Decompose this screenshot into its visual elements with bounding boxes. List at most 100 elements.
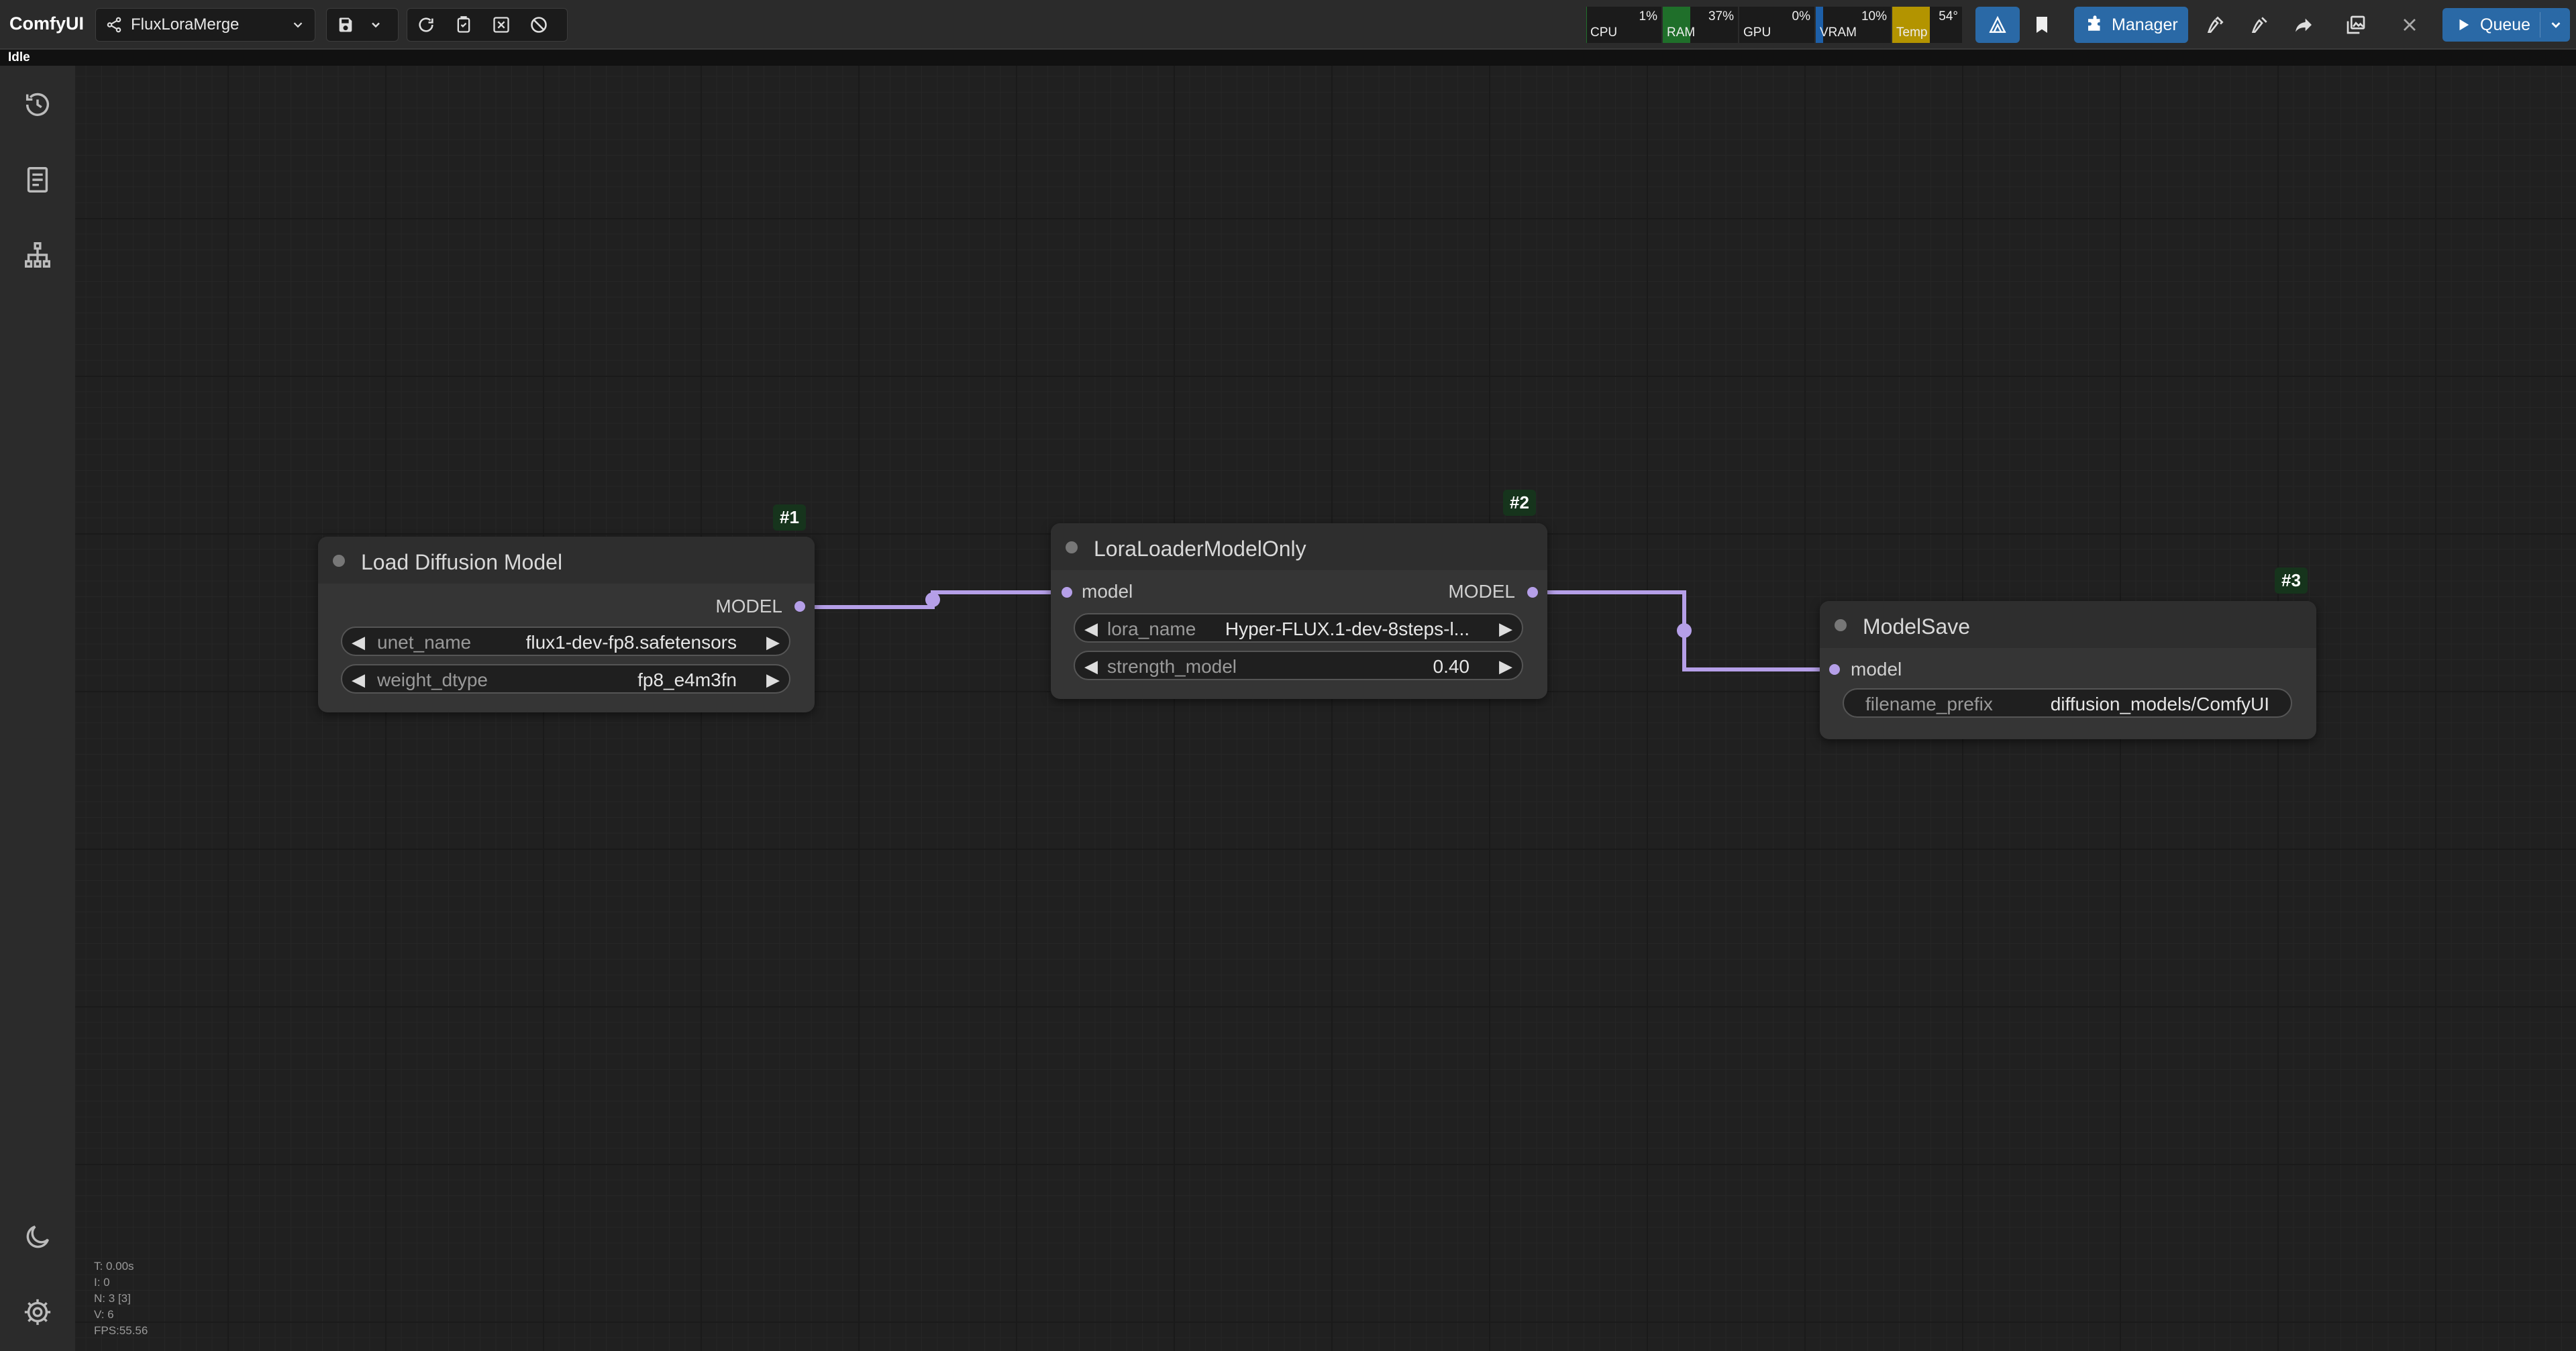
canvas-actions-group <box>407 8 568 42</box>
close-icon <box>2404 19 2416 31</box>
gpu-value: 0% <box>1792 9 1810 23</box>
cpu-value: 1% <box>1639 9 1657 23</box>
widget-label: strength_model <box>1107 656 1237 677</box>
share-button[interactable] <box>2193 7 2237 43</box>
theme-toggle[interactable] <box>19 1218 56 1256</box>
status-bar: Idle <box>0 50 2576 66</box>
output-slot-model[interactable] <box>794 601 805 612</box>
widget-filename-prefix[interactable]: filename_prefix diffusion_models/ComfyUI <box>1843 688 2292 718</box>
render-stats: T: 0.00s I: 0 N: 3 [3] V: 6 FPS:55.56 <box>94 1258 148 1339</box>
widget-value: 0.40 <box>1433 656 1470 677</box>
input-slot-label: model <box>1851 659 1902 680</box>
forward-button[interactable] <box>2281 7 2326 43</box>
queue-status: Idle <box>8 50 30 64</box>
vram-monitor: 10% VRAM <box>1816 7 1891 43</box>
increment-arrow[interactable]: ▶ <box>1499 618 1512 639</box>
output-slot-label: MODEL <box>715 596 782 616</box>
decrement-arrow[interactable]: ◀ <box>1084 656 1098 677</box>
widget-label: lora_name <box>1107 618 1196 639</box>
output-slot-label: MODEL <box>1448 581 1515 602</box>
node-lora-loader-model-only[interactable]: LoraLoaderModelOnly model MODEL ◀ lora_n… <box>1051 523 1547 699</box>
stat-time: T: 0.00s <box>94 1260 134 1273</box>
gallery-button[interactable] <box>2334 7 2378 43</box>
widget-strength-model[interactable]: ◀ strength_model 0.40 ▶ <box>1074 651 1523 680</box>
node-load-diffusion-model[interactable]: Load Diffusion Model MODEL ◀ unet_name f… <box>318 537 815 712</box>
widget-lora-name[interactable]: ◀ lora_name Hyper-FLUX.1-dev-8steps-l...… <box>1074 613 1523 643</box>
cpu-monitor: 1% CPU <box>1586 7 1661 43</box>
workflows-tab[interactable] <box>19 236 56 274</box>
temp-label: Temp <box>1896 25 1928 40</box>
collapse-dot[interactable] <box>1066 541 1078 553</box>
gpu-label: GPU <box>1743 25 1771 40</box>
input-slot-label: model <box>1082 581 1133 602</box>
stat-fps: FPS:55.56 <box>94 1324 148 1337</box>
increment-arrow[interactable]: ▶ <box>1499 656 1512 677</box>
increment-arrow[interactable]: ▶ <box>766 632 780 653</box>
input-slot-model[interactable] <box>1829 664 1840 675</box>
queue-history-tab[interactable] <box>19 86 56 123</box>
stat-v: V: 6 <box>94 1308 114 1321</box>
fit-view-button[interactable] <box>482 9 520 41</box>
gear-icon <box>24 1299 51 1326</box>
queue-button[interactable]: Queue <box>2442 8 2570 42</box>
node-title: Load Diffusion Model <box>361 550 563 574</box>
collapse-dot[interactable] <box>1835 619 1847 631</box>
close-panel-button[interactable] <box>2387 7 2432 43</box>
chevron-down-icon[interactable] <box>2548 17 2563 32</box>
save-button[interactable] <box>327 9 364 41</box>
top-menu-bar: ComfyUI FluxLoraMerge 1% CPU 37% RAM 0% … <box>0 0 2576 50</box>
node-model-save[interactable]: ModelSave model filename_prefix diffusio… <box>1820 601 2316 739</box>
node-library-tab[interactable] <box>19 161 56 199</box>
output-slot-model[interactable] <box>1527 587 1538 598</box>
app-logo: ComfyUI <box>9 13 85 34</box>
stat-nodes: N: 3 [3] <box>94 1292 131 1305</box>
ban-icon <box>531 17 547 33</box>
left-sidebar <box>0 66 75 1351</box>
moon-icon <box>26 1226 49 1248</box>
bookmark-button[interactable] <box>2021 7 2063 43</box>
collapse-dot[interactable] <box>333 555 345 567</box>
workflow-selector[interactable]: FluxLoraMerge <box>95 8 315 42</box>
vram-value: 10% <box>1861 9 1887 23</box>
decrement-arrow[interactable]: ◀ <box>352 632 365 653</box>
refresh-icon <box>419 17 433 32</box>
bookmark-icon <box>2037 17 2047 33</box>
input-slot-model[interactable] <box>1062 587 1072 598</box>
clipspace-button[interactable] <box>445 9 482 41</box>
widget-weight-dtype[interactable]: ◀ weight_dtype fp8_e4m3fn ▶ <box>341 664 790 694</box>
node-title-bar[interactable]: LoraLoaderModelOnly <box>1051 523 1547 570</box>
sitemap-icon <box>25 242 50 268</box>
clear-workflow-button[interactable] <box>520 9 558 41</box>
temp-monitor: 54° Temp <box>1892 7 1962 43</box>
fit-view-icon <box>493 17 509 33</box>
ram-value: 37% <box>1708 9 1734 23</box>
vram-label: VRAM <box>1820 25 1857 40</box>
chevron-down-icon <box>293 22 303 28</box>
node-title: LoraLoaderModelOnly <box>1094 537 1306 561</box>
save-options-dropdown[interactable] <box>364 9 387 41</box>
node-title-bar[interactable]: ModelSave <box>1820 601 2316 648</box>
refresh-button[interactable] <box>407 9 445 41</box>
widget-unet-name[interactable]: ◀ unet_name flux1-dev-fp8.safetensors ▶ <box>341 627 790 656</box>
stat-i: I: 0 <box>94 1276 110 1289</box>
clipboard-icon <box>457 16 470 33</box>
history-icon <box>25 93 50 116</box>
increment-arrow[interactable]: ▶ <box>766 669 780 690</box>
widget-value: flux1-dev-fp8.safetensors <box>525 632 737 653</box>
temp-value: 54° <box>1939 9 1958 23</box>
gpu-monitor: 0% GPU <box>1739 7 1814 43</box>
manager-button[interactable]: Manager <box>2074 7 2188 43</box>
node-title: ModelSave <box>1863 614 1971 639</box>
cpu-fill <box>1586 7 1588 43</box>
node-title-bar[interactable]: Load Diffusion Model <box>318 537 815 584</box>
settings-button[interactable] <box>19 1293 56 1331</box>
decrement-arrow[interactable]: ◀ <box>1084 618 1098 639</box>
model-download-button[interactable] <box>1975 7 2020 43</box>
decrement-arrow[interactable]: ◀ <box>352 669 365 690</box>
workflow-name: FluxLoraMerge <box>131 15 240 34</box>
node-id-badge: #1 <box>773 504 806 531</box>
share-alt-icon <box>2251 17 2267 33</box>
queue-label: Queue <box>2480 15 2531 34</box>
ram-label: RAM <box>1667 25 1696 40</box>
copy-share-button[interactable] <box>2237 7 2281 43</box>
